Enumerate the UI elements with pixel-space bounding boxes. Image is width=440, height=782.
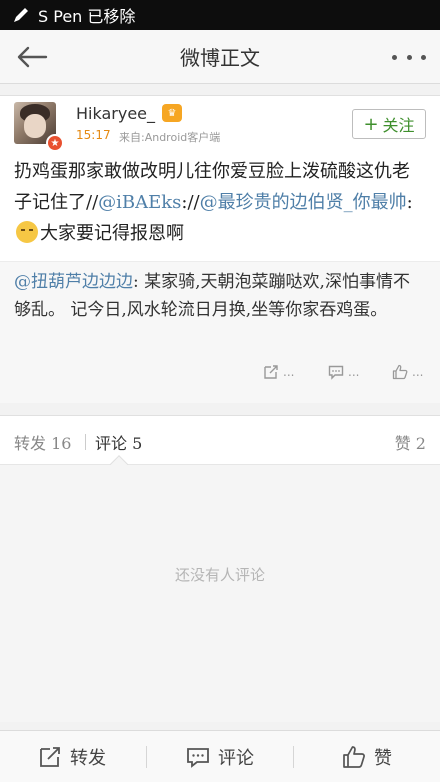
post-source: 来自:Android客户端 xyxy=(119,131,221,144)
post-time: 15:17 xyxy=(76,128,111,142)
bottom-action-bar: 转发 评论 赞 xyxy=(0,730,440,782)
username[interactable]: Hikaryee_ xyxy=(76,104,155,123)
like-label: 赞 xyxy=(374,748,392,769)
more-icon[interactable] xyxy=(392,44,426,70)
status-text: S Pen 已移除 xyxy=(38,7,136,26)
mention-link[interactable]: @最珍贵的边伯贤_你最帅 xyxy=(200,192,407,213)
like-count: ... xyxy=(412,365,424,379)
post-text-segment: : xyxy=(406,192,413,213)
tab-likes[interactable]: 赞 2 xyxy=(395,430,426,454)
page-title: 微博正文 xyxy=(180,46,260,70)
share-count: ... xyxy=(283,365,295,379)
tab-divider xyxy=(85,434,86,450)
like-icon xyxy=(392,364,408,380)
post-card: ★ Hikaryee_ ♛ 15:17 来自:Android客户端 + 关注 扔… xyxy=(0,95,440,403)
interaction-tabs: 转发 16 评论 5 赞 2 xyxy=(0,415,440,465)
follow-label: 关注 xyxy=(382,116,415,135)
back-arrow-icon[interactable] xyxy=(14,42,50,72)
member-crown-icon: ♛ xyxy=(162,104,182,122)
comment-icon xyxy=(328,365,344,380)
comment-button[interactable]: 评论 xyxy=(186,731,254,782)
follow-button[interactable]: + 关注 xyxy=(352,109,426,139)
like-button[interactable]: 赞 xyxy=(342,731,392,782)
repost-icon xyxy=(40,747,60,767)
status-bar: S Pen 已移除 xyxy=(0,0,440,30)
comment-count: ... xyxy=(348,365,360,379)
repost-label: 转发 xyxy=(70,748,106,769)
mention-link[interactable]: @扭葫芦边边边 xyxy=(14,272,133,292)
tab-comments[interactable]: 评论 5 xyxy=(95,430,142,454)
post-text-segment: 大家要记得报恩啊 xyxy=(40,223,184,244)
verified-badge: ★ xyxy=(46,134,64,152)
empty-comments-text: 还没有人评论 xyxy=(174,566,265,584)
thumbs-up-icon xyxy=(343,746,365,768)
bottom-divider xyxy=(146,746,147,768)
pen-icon xyxy=(14,8,28,22)
nav-bar: 微博正文 xyxy=(0,30,440,84)
comment-label: 评论 xyxy=(218,748,254,769)
tab-repost[interactable]: 转发 16 xyxy=(14,430,71,454)
retweet-actions: ... ... ... xyxy=(0,364,440,388)
plus-icon: + xyxy=(363,113,379,135)
mention-link[interactable]: @iBAEks xyxy=(98,192,181,213)
comment-icon xyxy=(187,748,209,768)
retweet-block[interactable]: @扭葫芦边边边: 某家骑,天朝泡菜蹦哒欢,深怕事情不够乱。 记今日,风水轮流日月… xyxy=(0,261,440,403)
retweet-comment-button[interactable]: ... xyxy=(328,364,359,380)
retweet-text: @扭葫芦边边边: 某家骑,天朝泡菜蹦哒欢,深怕事情不够乱。 记今日,风水轮流日月… xyxy=(14,268,426,324)
retweet-like-button[interactable]: ... xyxy=(392,364,423,380)
post-text-segment: :// xyxy=(181,192,200,213)
bottom-divider xyxy=(293,746,294,768)
repost-button[interactable]: 转发 xyxy=(38,731,106,782)
share-icon xyxy=(264,365,278,379)
comments-list: 还没有人评论 xyxy=(0,465,440,722)
retweet-share-button[interactable]: ... xyxy=(263,364,294,380)
post-text: 扔鸡蛋那家敢做改明儿往你爱豆脸上泼硫酸这仇老子记住了//@iBAEks://@最… xyxy=(14,156,426,249)
smirk-emoji-icon xyxy=(16,221,38,243)
